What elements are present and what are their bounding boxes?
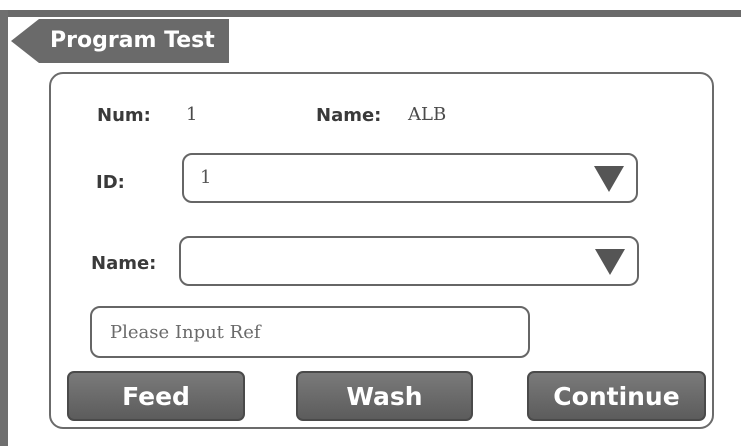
feed-button[interactable]: Feed [67,371,245,421]
id-select[interactable]: 1 [182,153,638,203]
num-value: 1 [186,104,198,125]
id-select-value: 1 [200,167,212,188]
name-label: Name: [91,253,157,274]
continue-button[interactable]: Continue [527,371,706,421]
top-border [0,10,741,17]
info-name-value: ALB [408,104,447,125]
ref-input[interactable] [90,306,530,358]
triangle-down-icon [594,166,624,192]
wash-button[interactable]: Wash [296,371,473,421]
name-select[interactable] [179,236,639,286]
back-title-tab[interactable]: Program Test [11,19,229,63]
page-title: Program Test [50,28,215,53]
info-name-label: Name: [316,105,382,126]
left-border [0,10,8,446]
num-label: Num: [97,105,151,126]
triangle-down-icon [595,249,625,275]
id-label: ID: [96,172,125,193]
